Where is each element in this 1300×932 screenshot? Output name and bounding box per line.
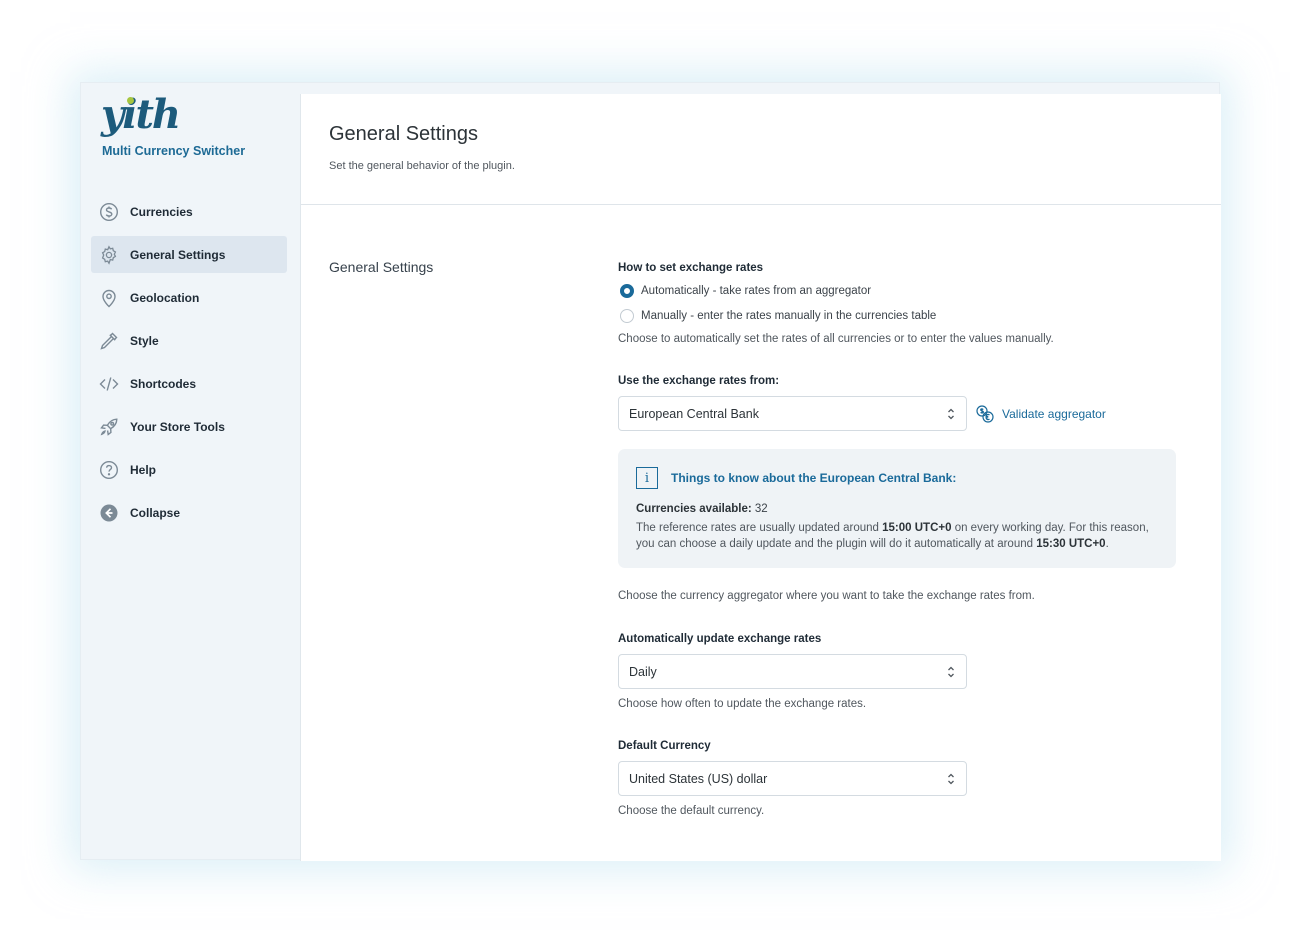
currencies-available-label: Currencies available:	[636, 503, 752, 515]
default-currency-help: Choose the default currency.	[618, 805, 765, 817]
currencies-available: Currencies available: 32	[636, 503, 1158, 515]
sidebar-item-style[interactable]: Style	[91, 322, 287, 359]
app-window: yith Multi Currency Switcher Currencies …	[80, 82, 1221, 861]
main-panel: General Settings Set the general behavio…	[300, 94, 1221, 861]
logo-text: yith	[101, 91, 181, 138]
question-circle-icon	[99, 460, 119, 480]
sidebar-item-currencies[interactable]: Currencies	[91, 193, 287, 230]
radio-button[interactable]	[620, 283, 634, 298]
daily-update-time: 15:30 UTC+0	[1036, 537, 1106, 550]
aggregator-row: European Central Bank Validate aggregato…	[618, 396, 1178, 431]
settings-fields: How to set exchange rates Automatically …	[618, 262, 1178, 817]
logo-leaf	[127, 97, 134, 104]
auto-update-label: Automatically update exchange rates	[618, 633, 822, 645]
currencies-available-value: 32	[754, 503, 768, 515]
exchange-rates-label: How to set exchange rates	[618, 262, 764, 274]
chevron-updown-icon	[948, 666, 954, 678]
aggregator-select[interactable]: European Central Bank	[618, 396, 967, 431]
page-description: Set the general behavior of the plugin.	[329, 160, 515, 172]
sidebar: yith Multi Currency Switcher Currencies …	[81, 83, 300, 859]
plugin-name: Multi Currency Switcher	[102, 144, 246, 158]
sidebar-item-label: General Settings	[130, 247, 226, 262]
dollar-circle-icon	[99, 202, 119, 222]
sidebar-item-label: Geolocation	[130, 290, 200, 305]
page-title: General Settings	[329, 123, 478, 145]
page-header: General Settings Set the general behavio…	[301, 94, 1221, 205]
info-text-part: .	[1105, 537, 1109, 550]
default-currency-label: Default Currency	[618, 740, 711, 752]
gear-icon	[99, 244, 119, 265]
sidebar-item-label: Shortcodes	[130, 376, 197, 391]
select-value: European Central Bank	[629, 406, 759, 421]
radio-label: Manually - enter the rates manually in t…	[641, 309, 937, 322]
sidebar-nav: Currencies General Settings Geolocation …	[91, 193, 287, 537]
sidebar-item-label: Collapse	[130, 505, 181, 520]
sidebar-item-label: Your Store Tools	[130, 419, 225, 434]
info-box-header: i Things to know about the European Cent…	[636, 467, 1158, 489]
chevron-updown-icon	[948, 408, 954, 420]
sidebar-item-label: Help	[130, 462, 157, 477]
info-text-part: The reference rates are usually updated …	[636, 522, 883, 534]
sidebar-item-help[interactable]: Help	[91, 451, 287, 488]
sidebar-item-shortcodes[interactable]: Shortcodes	[91, 365, 287, 402]
auto-update-help: Choose how often to update the exchange …	[618, 698, 867, 710]
section-title: General Settings	[329, 259, 434, 275]
chevron-updown-icon	[948, 773, 954, 785]
currency-exchange-icon	[976, 404, 994, 423]
validate-aggregator-label: Validate aggregator	[1002, 406, 1106, 421]
info-box-title: Things to know about the European Centra…	[671, 471, 957, 485]
default-currency-select[interactable]: United States (US) dollar	[618, 761, 967, 796]
radio-button[interactable]	[620, 308, 634, 323]
aggregator-info-box: i Things to know about the European Cent…	[618, 449, 1176, 568]
radio-option-automatic[interactable]: Automatically - take rates from an aggre…	[618, 283, 1178, 298]
aggregator-label: Use the exchange rates from:	[618, 375, 780, 387]
rocket-icon	[99, 417, 119, 437]
info-icon: i	[636, 467, 658, 489]
sidebar-item-label: Style	[130, 333, 159, 348]
map-pin-icon	[99, 288, 119, 308]
select-value: United States (US) dollar	[629, 771, 768, 786]
sidebar-item-geolocation[interactable]: Geolocation	[91, 279, 287, 316]
sidebar-item-general-settings[interactable]: General Settings	[91, 236, 287, 273]
select-value: Daily	[629, 664, 657, 679]
radio-label: Automatically - take rates from an aggre…	[641, 284, 872, 297]
validate-aggregator-link[interactable]: Validate aggregator	[975, 404, 1106, 424]
exchange-rates-help: Choose to automatically set the rates of…	[618, 333, 1054, 345]
sidebar-item-label: Currencies	[130, 204, 193, 219]
sidebar-item-your-store-tools[interactable]: Your Store Tools	[91, 408, 287, 445]
radio-option-manual[interactable]: Manually - enter the rates manually in t…	[618, 308, 1178, 323]
auto-update-select[interactable]: Daily	[618, 654, 967, 689]
update-time: 15:00 UTC+0	[882, 522, 952, 534]
yith-logo: yith	[101, 91, 181, 138]
info-box-text: The reference rates are usually updated …	[636, 521, 1158, 552]
code-icon	[99, 374, 119, 394]
collapse-arrow-icon	[99, 503, 119, 523]
eyedropper-icon	[99, 331, 119, 351]
sidebar-item-collapse[interactable]: Collapse	[91, 494, 287, 531]
aggregator-help: Choose the currency aggregator where you…	[618, 590, 1035, 602]
